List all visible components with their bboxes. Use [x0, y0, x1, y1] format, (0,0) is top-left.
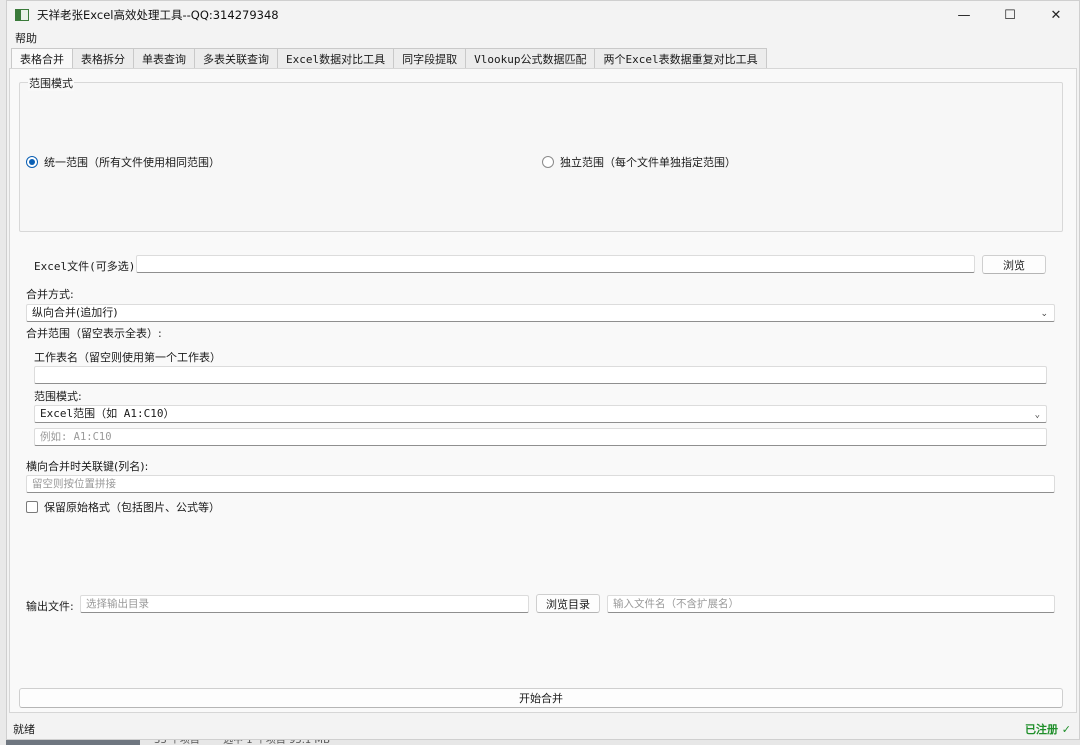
radio-unchecked-icon — [542, 156, 554, 168]
output-dir-input[interactable]: 选择输出目录 — [80, 595, 529, 613]
title-bar[interactable]: 天祥老张Excel高效处理工具--QQ:314279348 — ☐ ✕ — [7, 1, 1079, 29]
range-mode-label: 范围模式: — [34, 390, 82, 403]
window-title: 天祥老张Excel高效处理工具--QQ:314279348 — [37, 8, 279, 22]
browse-dir-button[interactable]: 浏览目录 — [536, 594, 600, 613]
merge-range-label: 合并范围（留空表示全表）: — [26, 327, 162, 340]
excel-files-input[interactable] — [136, 255, 975, 273]
tab-table-split[interactable]: 表格拆分 — [72, 48, 134, 68]
tab-excel-compare[interactable]: Excel数据对比工具 — [277, 48, 395, 68]
menu-bar: 帮助 — [7, 29, 1079, 47]
chevron-down-icon: ⌄ — [1034, 410, 1040, 420]
excel-app-icon — [15, 9, 29, 21]
sheet-name-input[interactable] — [34, 366, 1047, 384]
chevron-down-icon: ⌄ — [1040, 309, 1048, 319]
maximize-button[interactable]: ☐ — [987, 1, 1033, 29]
tab-duplicate-compare[interactable]: 两个Excel表数据重复对比工具 — [594, 48, 767, 68]
excel-files-label: Excel文件(可多选): — [34, 260, 142, 273]
tab-field-extract[interactable]: 同字段提取 — [393, 48, 467, 68]
range-mode-group: 范围模式 统一范围（所有文件使用相同范围） 独立范围（每个文件单独指定范围） — [19, 75, 1063, 232]
checkbox-unchecked-icon — [26, 501, 38, 513]
status-text: 就绪 — [13, 723, 35, 736]
sheet-name-label: 工作表名（留空则使用第一个工作表） — [34, 351, 221, 364]
range-input[interactable]: 例如: A1:C10 — [34, 428, 1047, 446]
join-key-label: 横向合并时关联键(列名): — [26, 460, 149, 473]
tab-table-merge[interactable]: 表格合并 — [11, 48, 73, 69]
tab-multi-join-query[interactable]: 多表关联查询 — [194, 48, 278, 68]
radio-checked-icon — [26, 156, 38, 168]
radio-unified-label: 统一范围（所有文件使用相同范围） — [44, 156, 220, 169]
keep-format-label: 保留原始格式（包括图片、公式等） — [44, 501, 220, 514]
radio-independent-range[interactable]: 独立范围（每个文件单独指定范围） — [542, 154, 736, 170]
keep-format-checkbox[interactable]: 保留原始格式（包括图片、公式等） — [26, 499, 220, 515]
range-mode-value: Excel范围（如 A1:C10） — [40, 407, 175, 420]
range-mode-group-title: 范围模式 — [28, 75, 74, 91]
minimize-button[interactable]: — — [941, 1, 987, 29]
menu-help[interactable]: 帮助 — [7, 30, 45, 46]
tab-single-query[interactable]: 单表查询 — [133, 48, 195, 68]
output-file-label: 输出文件: — [26, 600, 74, 613]
merge-mode-value: 纵向合并(追加行) — [32, 306, 118, 319]
tab-bar: 表格合并 表格拆分 单表查询 多表关联查询 Excel数据对比工具 同字段提取 … — [11, 48, 767, 69]
join-key-input[interactable]: 留空则按位置拼接 — [26, 475, 1055, 493]
merge-panel: 范围模式 统一范围（所有文件使用相同范围） 独立范围（每个文件单独指定范围） E… — [9, 68, 1077, 713]
merge-mode-label: 合并方式: — [26, 288, 74, 301]
registered-badge: 已注册 ✓ — [1024, 723, 1071, 736]
start-merge-button[interactable]: 开始合并 — [19, 688, 1063, 708]
radio-unified-range[interactable]: 统一范围（所有文件使用相同范围） — [26, 154, 220, 170]
browse-files-button[interactable]: 浏览 — [982, 255, 1046, 274]
app-window: 天祥老张Excel高效处理工具--QQ:314279348 — ☐ ✕ 帮助 表… — [6, 0, 1080, 740]
window-controls: — ☐ ✕ — [941, 1, 1079, 29]
status-bar: 就绪 已注册 ✓ — [7, 719, 1079, 739]
merge-mode-select[interactable]: 纵向合并(追加行) ⌄ — [26, 304, 1055, 322]
close-button[interactable]: ✕ — [1033, 1, 1079, 29]
radio-independent-label: 独立范围（每个文件单独指定范围） — [560, 156, 736, 169]
range-mode-select[interactable]: Excel范围（如 A1:C10） ⌄ — [34, 405, 1047, 423]
tab-vlookup-match[interactable]: Vlookup公式数据匹配 — [465, 48, 596, 68]
output-name-input[interactable]: 输入文件名（不含扩展名） — [607, 595, 1055, 613]
